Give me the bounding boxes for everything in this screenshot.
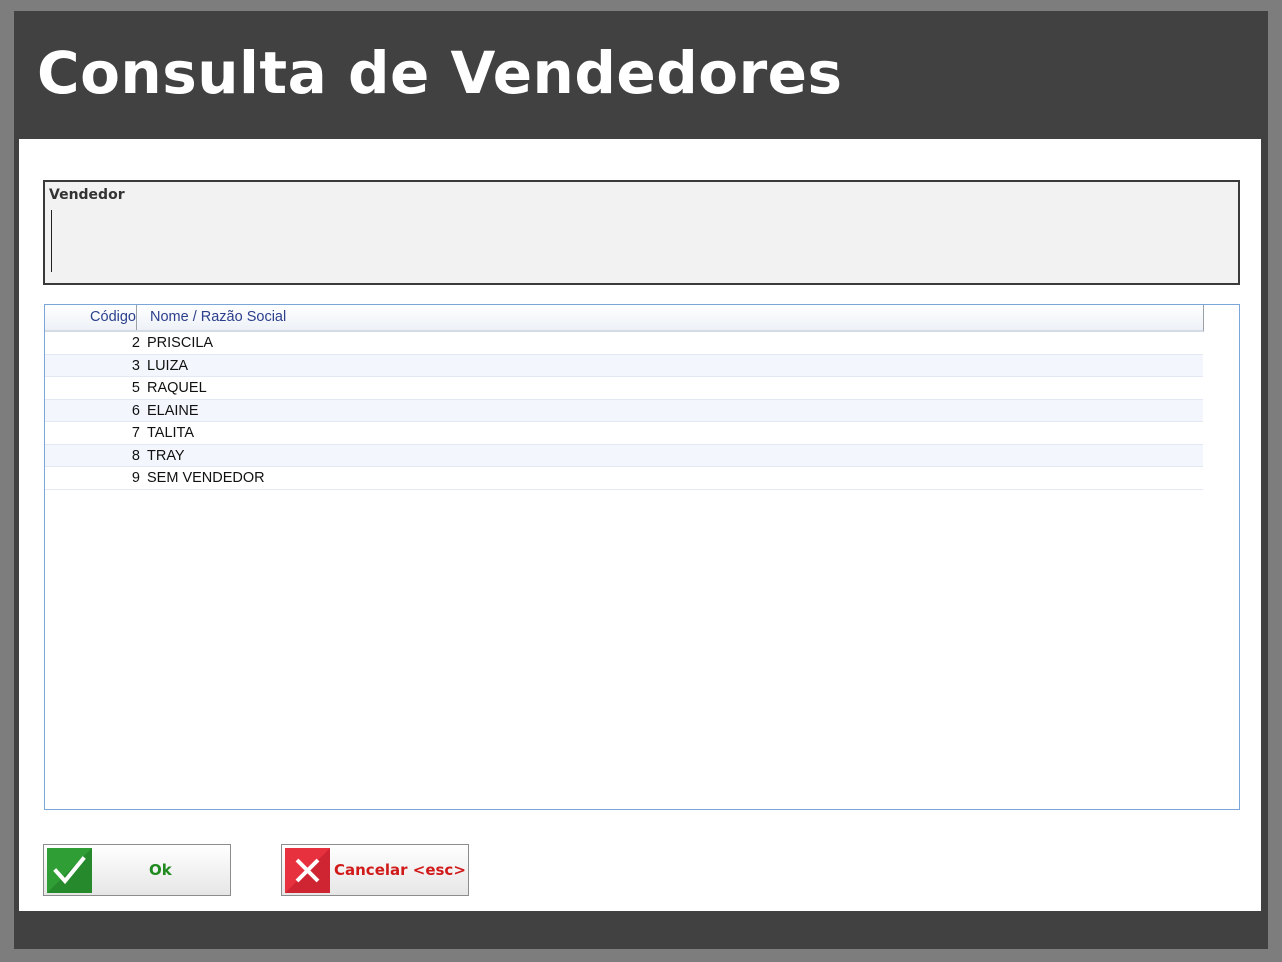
cell-codigo: 5 <box>131 380 140 396</box>
cell-nome: ELAINE <box>147 402 199 419</box>
table-row[interactable]: 5 RAQUEL <box>45 377 1203 400</box>
table-row[interactable]: 3 LUIZA <box>45 354 1203 377</box>
cell-codigo: 9 <box>131 470 140 486</box>
vendedor-label: Vendedor <box>49 187 125 203</box>
table-body: 2 PRISCILA 3 LUIZA 5 RAQUEL 6 ELAINE 7 T… <box>45 332 1203 490</box>
cell-codigo: 3 <box>131 357 140 374</box>
table-row[interactable]: 2 PRISCILA <box>45 332 1203 355</box>
vendedor-search-box: Vendedor <box>43 180 1240 285</box>
cell-nome: LUIZA <box>147 357 189 374</box>
close-icon <box>285 848 330 893</box>
cell-nome: TALITA <box>147 425 194 441</box>
vendedores-table[interactable]: Código Nome / Razão Social 2 PRISCILA 3 … <box>44 304 1240 810</box>
cell-codigo: 8 <box>131 447 140 464</box>
table-row[interactable]: 9 SEM VENDEDOR <box>45 467 1203 490</box>
cancel-button[interactable]: Cancelar <esc> <box>281 844 469 896</box>
cancel-button-label: Cancelar <esc> <box>334 861 466 879</box>
cell-codigo: 6 <box>131 402 140 419</box>
ok-button-label: Ok <box>149 861 172 879</box>
cell-nome: RAQUEL <box>147 380 207 396</box>
check-icon <box>47 848 92 893</box>
table-row[interactable]: 7 TALITA <box>45 422 1203 445</box>
table-header: Código Nome / Razão Social <box>45 305 1204 332</box>
cell-nome: SEM VENDEDOR <box>147 470 265 486</box>
cell-nome: PRISCILA <box>147 335 214 351</box>
column-header-nome[interactable]: Nome / Razão Social <box>150 305 286 330</box>
table-row[interactable]: 8 TRAY <box>45 444 1203 467</box>
content-panel: Vendedor Código Nome / Razão Social 2 PR… <box>19 139 1261 911</box>
page-title: Consulta de Vendedores <box>37 39 843 107</box>
window: Consulta de Vendedores Vendedor Código N… <box>14 11 1268 949</box>
cell-codigo: 7 <box>131 425 140 441</box>
vendedor-search-input[interactable] <box>51 210 1226 272</box>
ok-button[interactable]: Ok <box>43 844 231 896</box>
column-header-codigo[interactable]: Código <box>45 305 137 330</box>
table-row[interactable]: 6 ELAINE <box>45 399 1203 422</box>
cell-nome: TRAY <box>147 447 185 464</box>
cell-codigo: 2 <box>131 335 140 351</box>
